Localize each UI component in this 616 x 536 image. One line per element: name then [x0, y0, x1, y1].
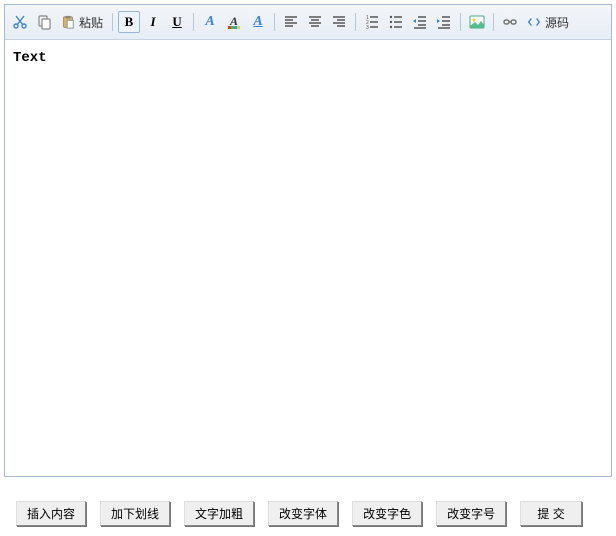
separator — [460, 13, 461, 31]
toolbar: 粘贴 B I U A A A — [5, 5, 611, 40]
indent-button[interactable] — [433, 11, 455, 33]
ordered-list-button[interactable]: 1 2 3 — [361, 11, 383, 33]
source-button[interactable]: 源码 — [523, 11, 573, 33]
insert-content-button[interactable]: 插入内容 — [16, 501, 86, 526]
align-right-button[interactable] — [328, 11, 350, 33]
editor-canvas[interactable]: Text — [5, 40, 611, 476]
action-buttons: 插入内容 加下划线 文字加粗 改变字体 改变字色 改变字号 提 交 — [4, 501, 612, 532]
bold-button[interactable]: B — [118, 11, 140, 33]
indent-icon — [436, 14, 452, 30]
underline-button[interactable]: U — [166, 11, 188, 33]
font-family-button[interactable]: A — [199, 11, 221, 33]
link-icon — [502, 14, 518, 30]
editor-content: Text — [13, 50, 47, 66]
change-font-button[interactable]: 改变字体 — [268, 501, 338, 526]
unordered-list-icon — [388, 14, 404, 30]
copy-button[interactable] — [33, 11, 55, 33]
paste-button[interactable]: 粘贴 — [57, 11, 107, 33]
font-color-button[interactable]: A — [223, 11, 245, 33]
text-bold-button[interactable]: 文字加粗 — [184, 501, 254, 526]
paste-label: 粘贴 — [79, 14, 103, 31]
editor-container: 粘贴 B I U A A A — [4, 4, 612, 477]
align-center-icon — [307, 14, 323, 30]
outdent-icon — [412, 14, 428, 30]
change-color-button[interactable]: 改变字色 — [352, 501, 422, 526]
separator — [355, 13, 356, 31]
separator — [112, 13, 113, 31]
bold-icon: B — [125, 14, 134, 30]
svg-text:A: A — [229, 14, 238, 28]
change-size-button[interactable]: 改变字号 — [436, 501, 506, 526]
link-button[interactable] — [499, 11, 521, 33]
svg-text:3: 3 — [366, 25, 369, 30]
paste-icon — [61, 15, 75, 29]
font-size-button[interactable]: A — [247, 11, 269, 33]
underline-icon: U — [172, 14, 181, 30]
align-center-button[interactable] — [304, 11, 326, 33]
font-size-icon: A — [253, 14, 262, 30]
submit-button[interactable]: 提 交 — [520, 501, 582, 526]
separator — [493, 13, 494, 31]
separator — [193, 13, 194, 31]
align-left-button[interactable] — [280, 11, 302, 33]
outdent-button[interactable] — [409, 11, 431, 33]
image-button[interactable] — [466, 11, 488, 33]
font-color-icon: A — [226, 14, 242, 30]
source-label: 源码 — [545, 14, 569, 31]
source-icon — [527, 15, 541, 29]
cut-button[interactable] — [9, 11, 31, 33]
copy-icon — [36, 14, 52, 30]
unordered-list-button[interactable] — [385, 11, 407, 33]
image-icon — [469, 14, 485, 30]
align-left-icon — [283, 14, 299, 30]
align-right-icon — [331, 14, 347, 30]
separator — [274, 13, 275, 31]
font-a-icon: A — [205, 14, 214, 30]
scissors-icon — [12, 14, 28, 30]
ordered-list-icon: 1 2 3 — [364, 14, 380, 30]
italic-icon: I — [150, 14, 155, 30]
add-underline-button[interactable]: 加下划线 — [100, 501, 170, 526]
italic-button[interactable]: I — [142, 11, 164, 33]
